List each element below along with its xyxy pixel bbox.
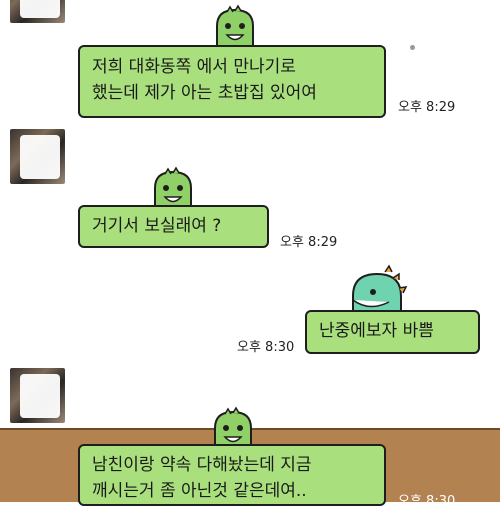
message-timestamp: 오후 8:29 [280,235,338,250]
avatar[interactable] [10,0,65,23]
avatar-blur [20,374,60,418]
message-bubble[interactable]: 난중에보자 바쁨 [305,310,480,354]
avatar-blur [20,135,60,179]
message-bubble[interactable]: 남친이랑 약속 다해놨는데 지금 깨시는거 좀 아닌것 같은데여.. [78,444,386,506]
avatar-blur [20,0,60,18]
dino-sticker-icon [154,166,192,211]
message-line: 했는데 제가 아는 초밥집 있어여 [92,83,317,103]
sender-name [75,129,205,159]
message-timestamp: 오후 8:29 [398,100,456,115]
sender-name [75,366,205,396]
message-line: 난중에보자 바쁨 [319,321,434,341]
message-line: 거기서 보실래여 ? [92,216,222,236]
message-line: 저희 대화동쪽 에서 만나기로 [92,57,296,77]
avatar[interactable] [10,129,65,184]
dino-sticker-icon [216,4,254,49]
message-line: 남친이랑 약속 다해놨는데 지금 [92,455,312,475]
message-bubble[interactable]: 저희 대화동쪽 에서 만나기로 했는데 제가 아는 초밥집 있어여 [78,45,386,118]
message-line: 깨시는거 좀 아닌것 같은데여.. [92,481,307,501]
avatar[interactable] [10,368,65,423]
message-bubble[interactable]: 거기서 보실래여 ? [78,205,269,248]
decorative-dot [410,45,415,50]
message-timestamp: 오후 8:30 [237,340,295,355]
